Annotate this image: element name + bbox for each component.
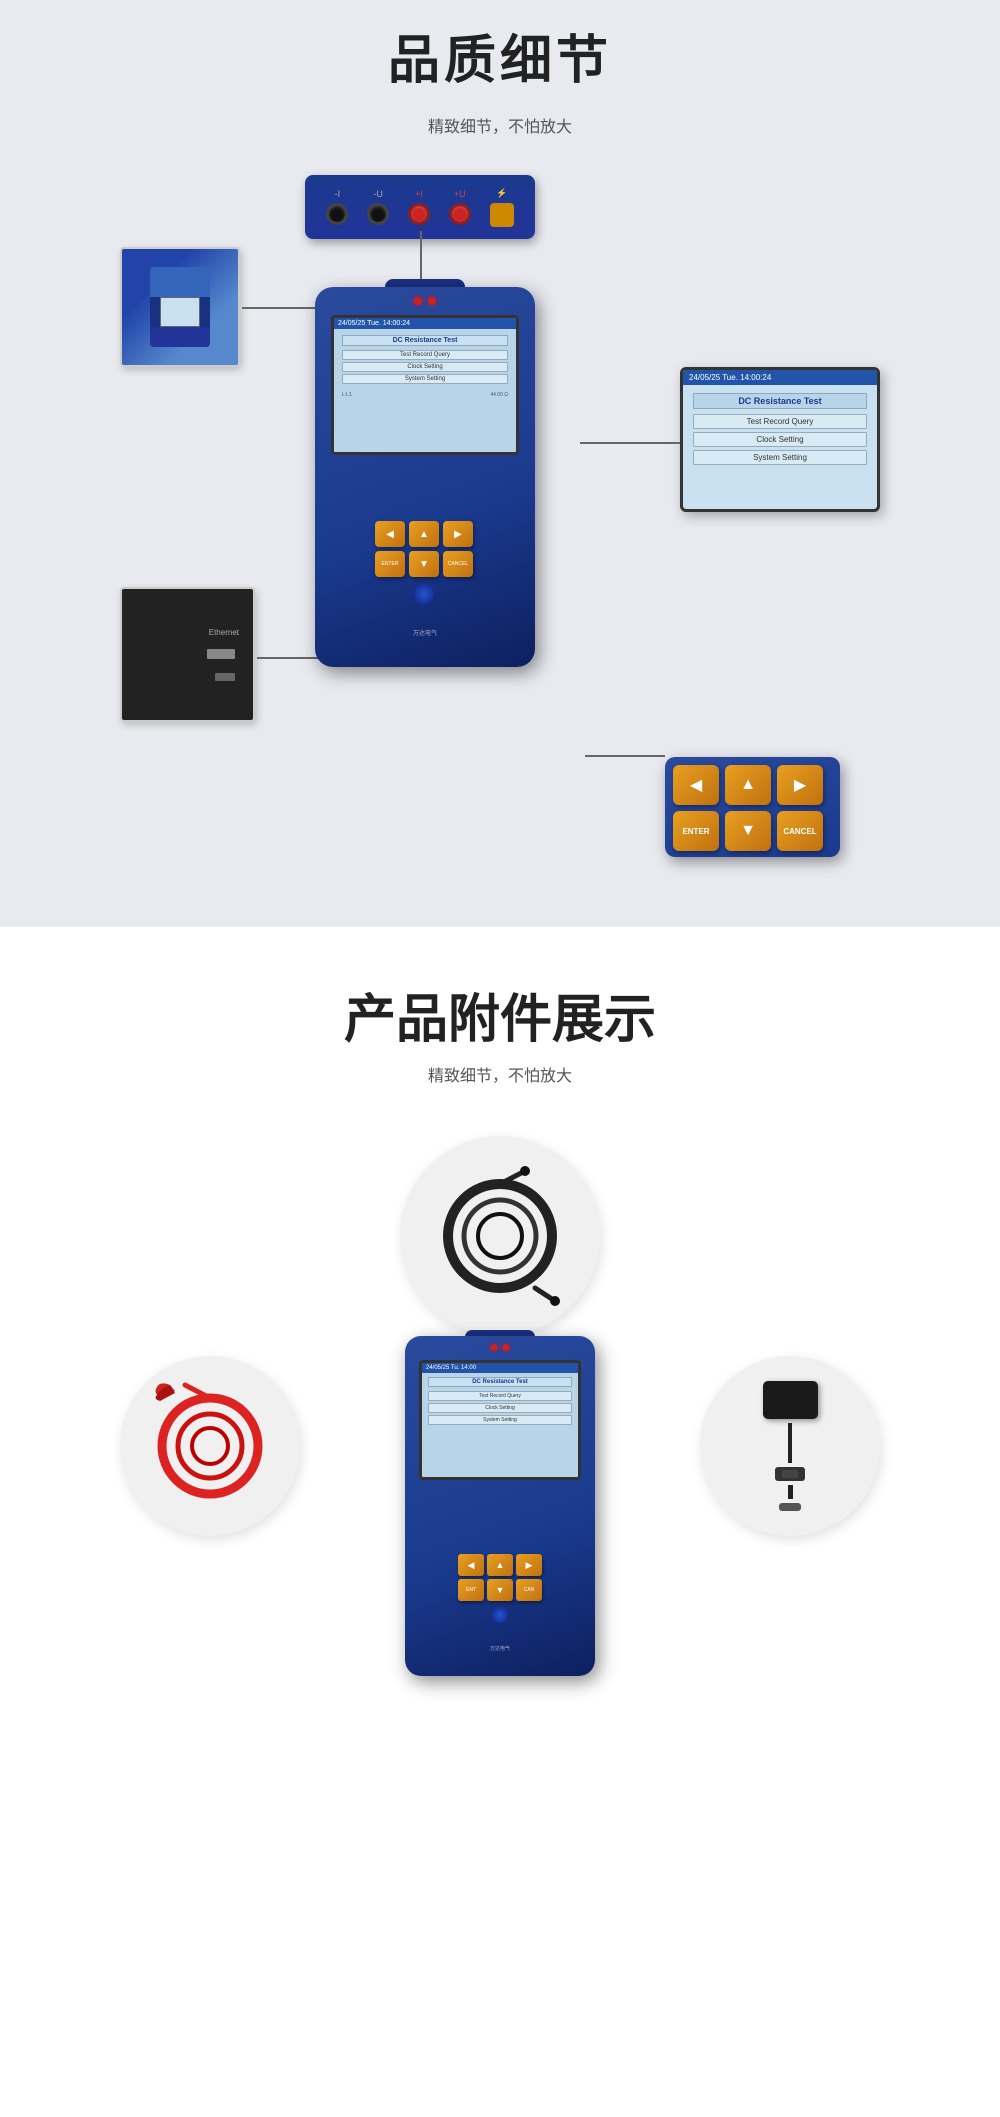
be-btn-cancel[interactable]: CANCEL	[777, 811, 823, 851]
be-btn-enter[interactable]: ENTER	[673, 811, 719, 851]
btn-right[interactable]: ▶	[443, 521, 473, 547]
btn-enter[interactable]: ENTER	[375, 551, 405, 577]
acc-black-cable	[400, 1136, 600, 1336]
connector-box: -I -U +I +U ⚡	[305, 175, 535, 239]
thumb-strap-inner	[150, 267, 210, 347]
btn-cancel[interactable]: CANCEL	[443, 551, 473, 577]
be-btn-down[interactable]: ▼	[725, 811, 771, 851]
acc-btn-power[interactable]	[492, 1607, 508, 1623]
enlarge-date: 24/05/25 Tue. 14:00:24	[689, 373, 771, 382]
section2-subtitle: 精致细节，不怕放大	[0, 1062, 1000, 1086]
connector-bar: -I -U +I +U ⚡	[300, 167, 540, 247]
black-cable-svg	[430, 1166, 570, 1306]
acc-btn-down[interactable]: ▼	[487, 1579, 513, 1601]
screen-header: 24/05/25 Tue. 14:00:24	[334, 318, 516, 329]
acc-charger	[700, 1356, 880, 1536]
be-btn-up[interactable]: ▲	[725, 765, 771, 805]
acc-screen-header: 24/05/25 Tu. 14:00	[422, 1363, 578, 1373]
antenna-port	[490, 203, 514, 227]
enlarge-item-3: System Setting	[693, 450, 867, 465]
screen-enlarge: 24/05/25 Tue. 14:00:24 DC Resistance Tes…	[680, 367, 880, 512]
buttons-enlarge: ◀ ▲ ▶ ENTER ▼ CANCEL	[665, 757, 840, 857]
acc-device-body: 24/05/25 Tu. 14:00 DC Resistance Test Te…	[405, 1336, 595, 1676]
acc-screen-item-1: Test Record Query	[428, 1391, 572, 1401]
acc-device-screen: 24/05/25 Tu. 14:00 DC Resistance Test Te…	[419, 1360, 581, 1480]
top-title-section: 品质细节	[0, 0, 1000, 93]
acc-btn-right[interactable]: ▶	[516, 1554, 542, 1576]
port-negative-i	[326, 203, 348, 225]
acc-btn-cancel[interactable]: CAN	[516, 1579, 542, 1601]
screen-menu: DC Resistance Test Test Record Query Clo…	[334, 329, 516, 392]
acc-btn-left[interactable]: ◀	[458, 1554, 484, 1576]
detail-scene: -I -U +I +U ⚡	[120, 167, 880, 887]
thumb-left-bottom: Ethernet	[120, 587, 255, 722]
section-detail: 精致细节，不怕放大 -I -U +I +U	[0, 93, 1000, 927]
screen-item-3: System Setting	[342, 374, 508, 384]
acc-device-logo: 万达电气	[490, 1645, 510, 1652]
device-buttons: ◀ ▲ ▶ ENTER ▼ CANCEL	[375, 521, 475, 607]
screen-enlarge-header: 24/05/25 Tue. 14:00:24	[683, 370, 877, 385]
port-positive-i	[408, 203, 430, 225]
top-title: 品质细节	[0, 10, 1000, 93]
acc-btn-enter[interactable]: ENT	[458, 1579, 484, 1601]
acc-btn-up[interactable]: ▲	[487, 1554, 513, 1576]
screen-enlarge-body: DC Resistance Test Test Record Query Clo…	[683, 385, 877, 476]
acc-device-center: 24/05/25 Tu. 14:00 DC Resistance Test Te…	[400, 1336, 600, 1696]
device-main: 24/05/25 Tue. 14:00:24 DC Resistance Tes…	[310, 287, 540, 707]
acc-device-buttons: ◀ ▲ ▶ ENT ▼ CAN	[458, 1554, 542, 1626]
be-btn-left[interactable]: ◀	[673, 765, 719, 805]
acc-screen-item-3: System Setting	[428, 1415, 572, 1425]
device-screen: 24/05/25 Tue. 14:00:24 DC Resistance Tes…	[331, 315, 519, 455]
be-btn-right[interactable]: ▶	[777, 765, 823, 805]
enlarge-item-2: Clock Setting	[693, 432, 867, 447]
btn-up[interactable]: ▲	[409, 521, 439, 547]
thumb-straps-img	[122, 249, 238, 365]
device-logo: 万达电气	[413, 628, 437, 637]
section-accessories: 产品附件展示 精致细节，不怕放大	[0, 927, 1000, 1876]
line-screen-enlarge	[580, 442, 680, 444]
device-body: 24/05/25 Tue. 14:00:24 DC Resistance Tes…	[315, 287, 535, 667]
enlarge-title: DC Resistance Test	[693, 393, 867, 409]
thumb-left-top	[120, 247, 240, 367]
enlarge-item-1: Test Record Query	[693, 414, 867, 429]
line-buttons	[585, 755, 665, 757]
section1-subtitle: 精致细节，不怕放大	[0, 113, 1000, 137]
acc-screen-title: DC Resistance Test	[428, 1377, 572, 1387]
btn-down[interactable]: ▼	[409, 551, 439, 577]
screen-item-1: Test Record Query	[342, 350, 508, 360]
port-positive-u	[449, 203, 471, 225]
acc-red-cable	[120, 1356, 300, 1536]
port-negative-u	[367, 203, 389, 225]
acc-screen-menu: DC Resistance Test Test Record Query Clo…	[422, 1373, 578, 1431]
accessories-layout: 24/05/25 Tu. 14:00 DC Resistance Test Te…	[120, 1136, 880, 1836]
screen-date: 24/05/25 Tue. 14:00:24	[338, 320, 410, 327]
btn-power[interactable]	[414, 584, 434, 604]
screen-title: DC Resistance Test	[342, 335, 508, 346]
charger-img	[763, 1381, 818, 1511]
section2-title: 产品附件展示	[0, 977, 1000, 1052]
acc-screen-date: 24/05/25 Tu. 14:00	[426, 1365, 476, 1371]
screen-item-2: Clock Setting	[342, 362, 508, 372]
thumb-ports-img: Ethernet	[122, 589, 253, 720]
red-cable-svg	[145, 1381, 275, 1511]
acc-screen-item-2: Clock Setting	[428, 1403, 572, 1413]
btn-left[interactable]: ◀	[375, 521, 405, 547]
